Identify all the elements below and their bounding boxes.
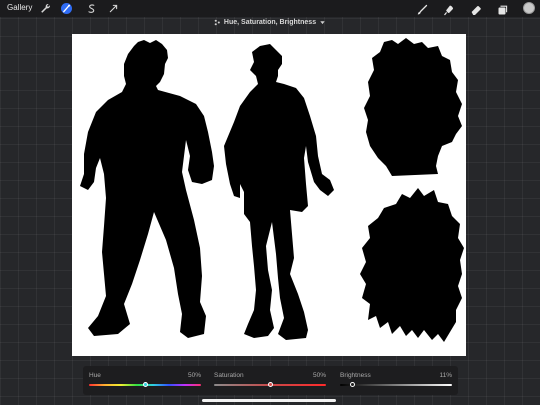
hair-back-silhouette bbox=[364, 38, 462, 176]
coat-figure-silhouette bbox=[224, 44, 334, 340]
adjustment-title: Hue, Saturation, Brightness bbox=[223, 19, 317, 26]
drawing-canvas[interactable] bbox=[72, 34, 466, 356]
adjustment-dots-icon bbox=[214, 19, 220, 26]
saturation-label: Saturation bbox=[214, 372, 244, 379]
hue-value: 50% bbox=[187, 372, 201, 379]
hue-label: Hue bbox=[89, 372, 101, 379]
hsb-slider-panel: Hue 50% Saturation 50% Brightness 11% bbox=[83, 366, 458, 395]
smudge-icon[interactable] bbox=[443, 3, 455, 16]
brightness-label: Brightness bbox=[340, 372, 371, 379]
gallery-button[interactable]: Gallery bbox=[7, 3, 32, 12]
saturation-slider[interactable]: Saturation 50% bbox=[214, 372, 326, 392]
color-swatch-button[interactable] bbox=[523, 2, 535, 14]
layers-icon[interactable] bbox=[497, 3, 509, 15]
wrench-icon[interactable] bbox=[40, 3, 51, 14]
chevron-down-icon bbox=[320, 21, 325, 25]
brightness-value: 11% bbox=[439, 372, 452, 379]
brightness-thumb[interactable] bbox=[349, 382, 355, 387]
brush-icon[interactable] bbox=[416, 3, 428, 15]
selection-s-icon[interactable] bbox=[86, 3, 97, 14]
eraser-icon[interactable] bbox=[470, 3, 482, 15]
hair-front-silhouette bbox=[360, 188, 464, 342]
saturation-thumb[interactable] bbox=[267, 382, 273, 387]
saturation-value: 50% bbox=[312, 372, 326, 379]
transform-arrow-icon[interactable] bbox=[108, 3, 119, 14]
hue-thumb[interactable] bbox=[142, 382, 148, 387]
adjustment-menu[interactable]: Hue, Saturation, Brightness bbox=[0, 19, 540, 26]
silhouette-artwork bbox=[80, 38, 464, 342]
home-indicator[interactable] bbox=[202, 399, 336, 402]
muscular-figure-silhouette bbox=[80, 40, 214, 338]
top-toolbar: Gallery bbox=[0, 0, 540, 17]
brightness-track[interactable] bbox=[340, 384, 452, 386]
adjustments-wand-icon[interactable] bbox=[61, 3, 72, 14]
hue-slider[interactable]: Hue 50% bbox=[89, 372, 201, 392]
brightness-slider[interactable]: Brightness 11% bbox=[340, 372, 452, 392]
